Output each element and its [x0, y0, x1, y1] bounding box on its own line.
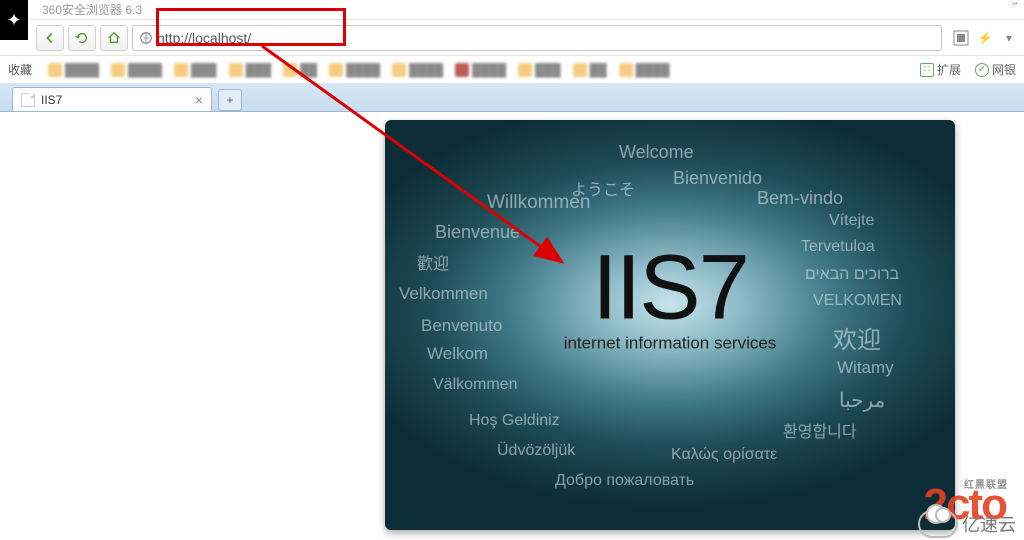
tab-iis7[interactable]: IIS7 ×: [12, 87, 212, 111]
page-action-icon[interactable]: [952, 29, 970, 47]
welcome-word: Добро пожаловать: [555, 472, 694, 490]
nav-right-icons: ⚡ ▾: [946, 29, 1018, 47]
cloud-icon: [918, 510, 958, 538]
new-tab-button[interactable]: +: [218, 89, 242, 111]
page-icon: [21, 93, 35, 107]
welcome-word: Willkommen: [487, 192, 590, 214]
welcome-word: Benvenuto: [421, 316, 502, 336]
refresh-icon: [75, 31, 89, 45]
bank-button[interactable]: ✓网银: [975, 61, 1016, 78]
welcome-word: Bienvenido: [673, 168, 762, 189]
welcome-word: Vítejte: [829, 212, 874, 230]
welcome-word: Witamy: [837, 358, 894, 378]
iis-center: IIS7 internet information services: [564, 247, 777, 354]
bookmark-item[interactable]: ███: [518, 63, 561, 77]
welcome-word: Bienvenue: [435, 222, 520, 243]
welcome-word: 欢迎: [833, 320, 881, 355]
flash-icon[interactable]: ⚡: [976, 29, 994, 47]
welcome-word: 歡迎: [417, 250, 449, 274]
welcome-word: Welkom: [427, 344, 488, 364]
bank-label: 网银: [992, 61, 1016, 78]
bookmark-item[interactable]: ████: [48, 63, 99, 77]
arrow-left-icon: [43, 31, 57, 45]
welcome-word: Välkommen: [433, 376, 517, 394]
puzzle-icon: ∷: [920, 63, 934, 77]
welcome-word: Καλώς ορίσατε: [671, 446, 777, 464]
bookmark-item[interactable]: ████: [455, 63, 506, 77]
compat-mode-icon: [139, 31, 153, 45]
welcome-word: Welcome: [619, 142, 694, 163]
browser-titlebar: ✦ 360安全浏览器 6.3 ᳓: [0, 0, 1024, 20]
extension-label: 扩展: [937, 61, 961, 78]
browser-name: 360安全浏览器 6.3: [42, 1, 142, 18]
bookmark-item[interactable]: ████: [329, 63, 380, 77]
home-icon: [107, 31, 121, 45]
extension-button[interactable]: ∷扩展: [920, 61, 961, 78]
bookmark-item[interactable]: ████: [111, 63, 162, 77]
iis-subtitle: internet information services: [564, 334, 777, 354]
iis-welcome-card: WelcomeBienvenidoようこそBem-vindoWillkommen…: [385, 120, 955, 530]
bookmark-item[interactable]: ████: [392, 63, 443, 77]
browser-logo-icon: ✦: [0, 0, 28, 40]
iis-title: IIS7: [564, 247, 777, 330]
shield-icon: ✓: [975, 63, 989, 77]
welcome-word: 환영합니다: [783, 418, 857, 442]
window-control-placeholder: ᳓: [1012, 2, 1018, 17]
home-button[interactable]: [100, 25, 128, 51]
nav-dropdown-icon[interactable]: ▾: [1000, 29, 1018, 47]
welcome-word: Üdvözöljük: [497, 442, 575, 460]
tab-close-button[interactable]: ×: [195, 92, 203, 108]
bookmark-bar: 收藏 █████████████████████████████████████…: [0, 56, 1024, 84]
welcome-word: Velkommen: [399, 284, 488, 304]
favorites-label: 收藏: [8, 61, 32, 78]
welcome-word: Bem-vindo: [757, 188, 843, 209]
tab-strip: IIS7 × +: [0, 84, 1024, 112]
tab-title: IIS7: [41, 93, 62, 107]
address-bar[interactable]: [132, 25, 942, 51]
page-content: WelcomeBienvenidoようこそBem-vindoWillkommen…: [0, 112, 1024, 540]
welcome-word: مرحبا: [839, 388, 885, 413]
back-button[interactable]: [36, 25, 64, 51]
bookmark-item[interactable]: ███: [174, 63, 217, 77]
welcome-word: Hoş Geldiniz: [469, 412, 560, 430]
welcome-word: ברוכים הבאים: [805, 266, 899, 284]
bookmark-item[interactable]: ██: [573, 63, 607, 77]
refresh-button[interactable]: [68, 25, 96, 51]
welcome-word: VELKOMEN: [813, 292, 902, 310]
bookmark-item[interactable]: ███: [229, 63, 272, 77]
url-input[interactable]: [157, 30, 935, 46]
welcome-word: Tervetuloa: [801, 238, 875, 256]
bookmark-item[interactable]: ██: [283, 63, 317, 77]
nav-toolbar: ⚡ ▾: [0, 20, 1024, 56]
bookmark-item[interactable]: ████: [619, 63, 670, 77]
watermark-yisu: 亿速云: [918, 510, 1016, 538]
